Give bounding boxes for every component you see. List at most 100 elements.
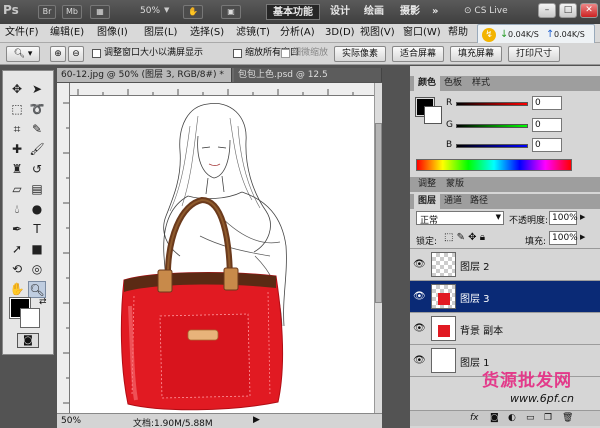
workspace-design[interactable]: 设计: [324, 4, 356, 20]
clone-stamp-icon[interactable]: ♜: [8, 161, 26, 178]
vertical-scrollbar[interactable]: [374, 83, 382, 413]
shape-tool-icon[interactable]: ■: [28, 241, 46, 258]
layer-row-active[interactable]: 👁︎ 图层 3: [410, 281, 600, 313]
minimize-button[interactable]: –: [538, 3, 556, 18]
menu-filter[interactable]: 滤镜(T): [236, 26, 270, 40]
menu-3d[interactable]: 3D(D): [325, 26, 355, 40]
move-tool-icon[interactable]: ✥: [8, 81, 26, 98]
layer-row[interactable]: 👁︎ 图层 2: [410, 249, 600, 281]
history-brush-icon[interactable]: ↺: [28, 161, 46, 178]
fill-dropdown-icon[interactable]: ▶: [580, 233, 585, 241]
mini-bridge-button[interactable]: Mb: [62, 5, 82, 19]
lasso-tool-icon[interactable]: ➰: [28, 101, 46, 118]
tab-layers[interactable]: 图层: [414, 194, 441, 209]
print-size-button[interactable]: 打印尺寸: [508, 46, 560, 62]
tab-masks[interactable]: 蒙版: [442, 177, 468, 192]
green-value[interactable]: 0: [532, 118, 562, 132]
new-layer-icon[interactable]: ❐: [544, 413, 552, 423]
menu-help[interactable]: 帮助: [448, 26, 468, 40]
fx-icon[interactable]: fx: [470, 413, 479, 423]
zoom-level[interactable]: 50%: [140, 6, 160, 16]
pen-tool-icon[interactable]: ✒: [8, 221, 26, 238]
layer-name[interactable]: 图层 2: [460, 258, 490, 273]
actual-pixels-button[interactable]: 实际像素: [334, 46, 386, 62]
layer-row[interactable]: 👁︎ 背景 副本: [410, 313, 600, 345]
menu-view[interactable]: 视图(V): [360, 26, 395, 40]
fill-value[interactable]: 100%: [549, 231, 578, 245]
adjustment-icon[interactable]: ◐: [508, 413, 516, 423]
color-spectrum[interactable]: [416, 159, 572, 171]
folder-icon[interactable]: ▭: [526, 413, 535, 423]
color-bg-swatch[interactable]: [424, 106, 442, 124]
opacity-dropdown-icon[interactable]: ▶: [580, 213, 585, 221]
blue-slider[interactable]: [456, 144, 528, 148]
eyedropper-tool-icon[interactable]: ✎: [28, 121, 46, 138]
green-slider[interactable]: [456, 124, 528, 128]
doc-tab-active[interactable]: 60-12.jpg @ 50% (图层 3, RGB/8#) * ×: [57, 68, 232, 94]
blur-tool-icon[interactable]: 💧︎: [8, 201, 26, 218]
tab-paths[interactable]: 路径: [466, 194, 492, 209]
document-canvas[interactable]: [70, 96, 374, 413]
workspace-essentials[interactable]: 基本功能: [266, 4, 320, 20]
workspace-photography[interactable]: 摄影: [394, 4, 426, 20]
lock-icons[interactable]: ⬚ ✎ ✥ 🔒︎: [444, 232, 485, 243]
tab-swatches[interactable]: 色板: [440, 76, 466, 91]
doc-tab-inactive[interactable]: 包包上色.psd @ 12.5: [234, 68, 382, 82]
resize-windows-checkbox[interactable]: [92, 49, 101, 58]
tab-color[interactable]: 颜色: [414, 76, 441, 91]
status-zoom[interactable]: 50%: [61, 416, 81, 426]
workspace-painting[interactable]: 绘画: [358, 4, 390, 20]
close-button[interactable]: ✕: [580, 3, 598, 18]
scrubby-zoom-checkbox[interactable]: [281, 49, 290, 58]
gradient-tool-icon[interactable]: ▤: [28, 181, 46, 198]
blue-value[interactable]: 0: [532, 138, 562, 152]
menu-select[interactable]: 选择(S): [190, 26, 224, 40]
tab-channels[interactable]: 通道: [440, 194, 466, 209]
dodge-tool-icon[interactable]: ●: [28, 201, 46, 218]
fit-screen-button[interactable]: 适合屏幕: [392, 46, 444, 62]
menu-image[interactable]: 图像(I): [97, 26, 128, 40]
status-menu-icon[interactable]: ▶: [253, 415, 260, 425]
menu-edit[interactable]: 编辑(E): [50, 26, 84, 40]
type-tool-icon[interactable]: T: [28, 221, 46, 238]
zoom-all-windows-checkbox[interactable]: [233, 49, 242, 58]
workspace-more[interactable]: »: [426, 4, 444, 20]
screen-mode-button[interactable]: ▣: [221, 5, 241, 19]
eye-icon[interactable]: 👁︎: [413, 323, 427, 335]
crop-tool-icon[interactable]: ⌗: [8, 121, 26, 138]
healing-brush-icon[interactable]: ✚: [8, 141, 26, 158]
3d-orbit-icon[interactable]: ◎: [28, 261, 46, 278]
guides-button[interactable]: ▦: [90, 5, 110, 19]
tab-styles[interactable]: 样式: [468, 76, 494, 91]
bridge-button[interactable]: Br: [38, 5, 56, 19]
background-color-swatch[interactable]: [20, 308, 40, 328]
quick-mask-icon[interactable]: ◙: [17, 333, 39, 348]
3d-rotate-icon[interactable]: ⟲: [8, 261, 26, 278]
tab-adjustments[interactable]: 调整: [414, 177, 440, 192]
brush-tool-icon[interactable]: 🖌︎: [28, 141, 46, 158]
zoom-tool-preset[interactable]: 🔍︎ ▾: [6, 46, 40, 62]
red-value[interactable]: 0: [532, 96, 562, 110]
hand-tool-button[interactable]: ✋: [183, 5, 203, 19]
red-slider[interactable]: [456, 102, 528, 106]
layer-name[interactable]: 图层 3: [460, 290, 490, 305]
eraser-tool-icon[interactable]: ▱: [8, 181, 26, 198]
menu-window[interactable]: 窗口(W): [403, 26, 441, 40]
fill-screen-button[interactable]: 填充屏幕: [450, 46, 502, 62]
eye-icon[interactable]: 👁︎: [413, 355, 427, 367]
pointer-tool-icon[interactable]: ➤: [28, 81, 46, 98]
cs-live-button[interactable]: ⊙ CS Live: [464, 6, 508, 16]
trash-icon[interactable]: 🗑︎: [562, 413, 573, 423]
opacity-value[interactable]: 100%: [549, 211, 578, 225]
scroll-thumb[interactable]: [375, 123, 382, 303]
eye-icon[interactable]: 👁︎: [413, 259, 427, 271]
menu-file[interactable]: 文件(F): [5, 26, 39, 40]
layer-name[interactable]: 背景 副本: [460, 322, 503, 337]
marquee-tool-icon[interactable]: ⬚: [8, 101, 26, 118]
menu-layer[interactable]: 图层(L): [144, 26, 177, 40]
zoom-out-button[interactable]: ⊖: [68, 46, 84, 62]
zoom-tool-icon[interactable]: 🔍︎: [28, 281, 46, 298]
path-selection-icon[interactable]: ➚: [8, 241, 26, 258]
zoom-in-button[interactable]: ⊕: [50, 46, 66, 62]
hand-tool-icon[interactable]: ✋: [8, 281, 26, 298]
